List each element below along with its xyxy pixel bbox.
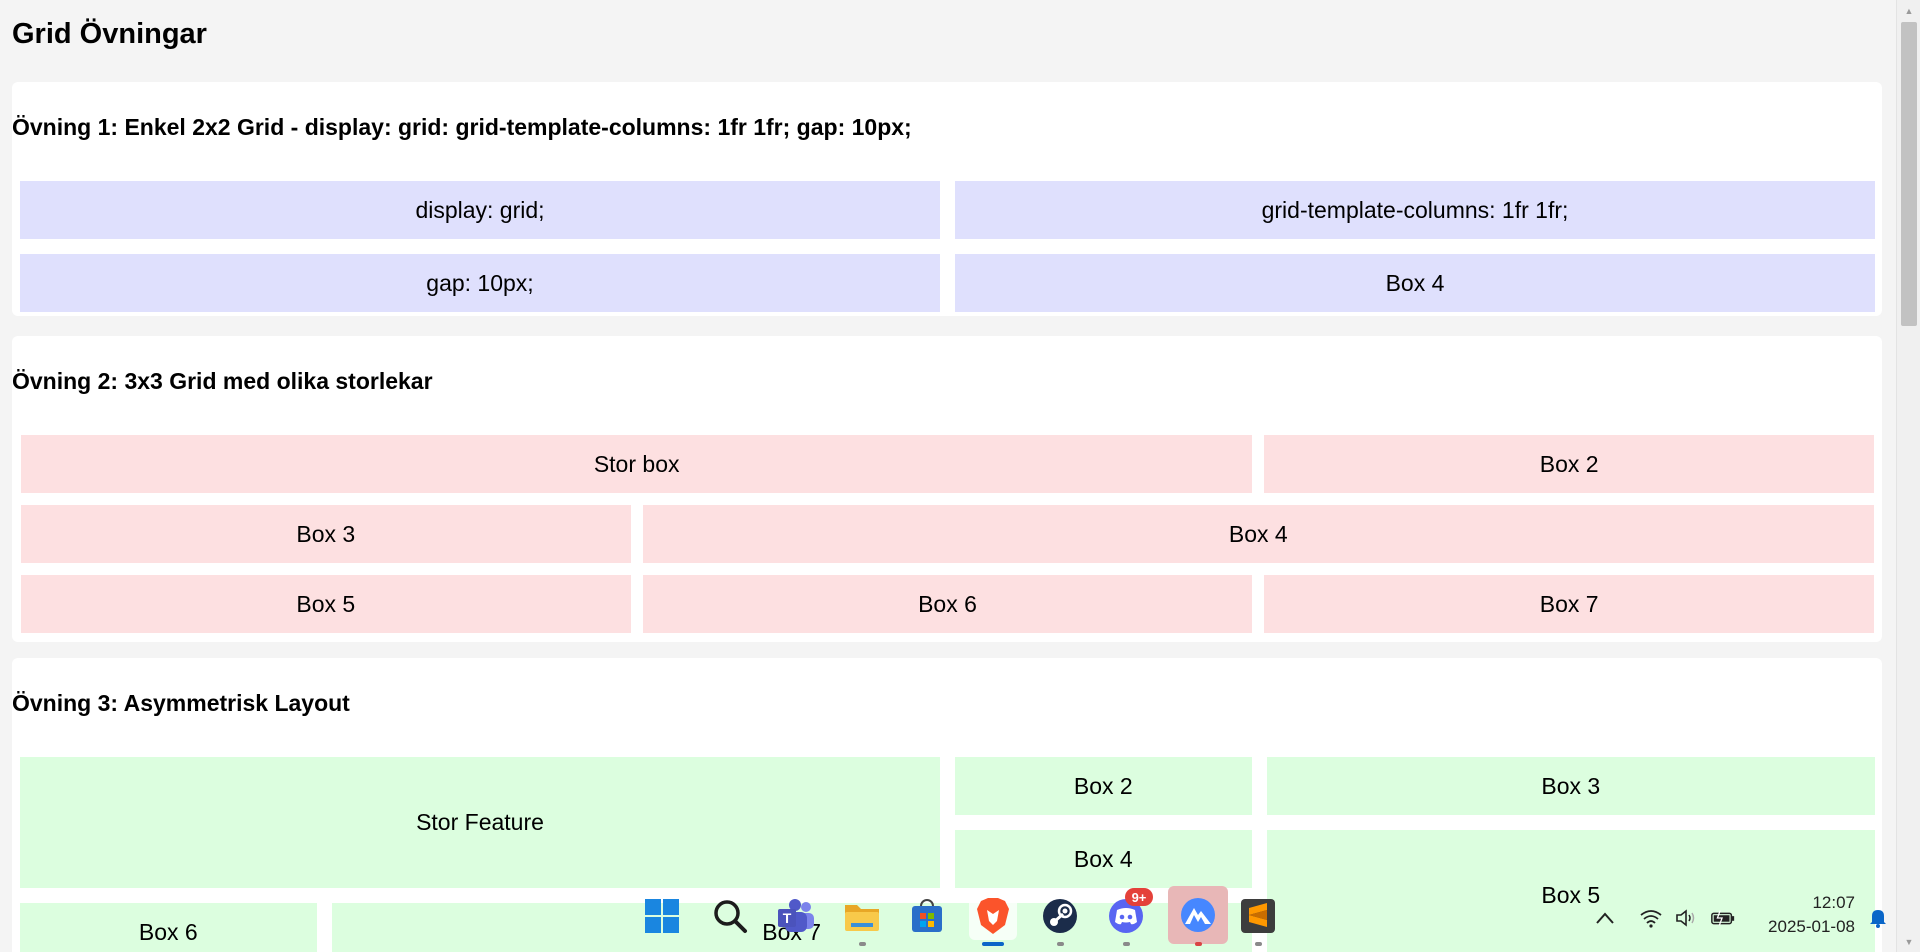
grid-box: Box 4 [642, 505, 1874, 563]
running-indicator [1123, 942, 1130, 946]
scroll-thumb[interactable] [1901, 22, 1917, 326]
scroll-up-arrow-icon[interactable]: ▲ [1897, 2, 1920, 19]
store-icon[interactable] [903, 892, 951, 940]
grid-box: grid-template-columns: 1fr 1fr; [955, 181, 1875, 239]
sublime-text-icon[interactable] [1234, 892, 1282, 946]
active-window-indicator [982, 942, 1004, 946]
grid-box: Box 3 [21, 505, 631, 563]
nordvpn-icon[interactable] [1168, 886, 1228, 946]
notification-badge: 9+ [1125, 888, 1153, 906]
windows-logo-icon[interactable] [638, 892, 686, 940]
exercise-3-heading: Övning 3: Asymmetrisk Layout [12, 690, 350, 716]
running-indicator [859, 942, 866, 946]
grid-box: Box 5 [21, 575, 631, 633]
brave-lion-icon[interactable] [969, 892, 1017, 946]
running-indicator [1255, 942, 1262, 946]
vertical-scrollbar[interactable]: ▲ ▼ [1896, 0, 1920, 952]
grid-box: gap: 10px; [20, 254, 940, 312]
battery-charging-icon[interactable] [1710, 905, 1736, 931]
exercise-2-heading: Övning 2: 3x3 Grid med olika storlekar [12, 368, 433, 394]
grid-box: display: grid; [20, 181, 940, 239]
grid-box: Box 3 [1266, 757, 1875, 815]
teams-icon[interactable]: T [772, 892, 820, 940]
running-indicator [1195, 942, 1202, 946]
exercise-2-section: Övning 2: 3x3 Grid med olika storlekar S… [12, 336, 1882, 642]
grid-box-feature: Stor Feature [20, 757, 940, 888]
grid-box: Box 4 [955, 254, 1875, 312]
exercise-1-heading: Övning 1: Enkel 2x2 Grid - display: grid… [12, 114, 912, 140]
grid-box: Box 2 [1264, 435, 1874, 493]
running-indicator [1057, 942, 1064, 946]
exercise-1-grid: display: grid; grid-template-columns: 1f… [20, 181, 1875, 312]
wifi-icon[interactable] [1638, 905, 1664, 931]
steam-icon[interactable] [1036, 892, 1084, 946]
grid-box: Box 2 [955, 757, 1252, 815]
chevron-up-icon[interactable] [1592, 905, 1618, 931]
discord-icon[interactable]: 9+ [1102, 888, 1153, 946]
volume-icon[interactable] [1674, 905, 1700, 931]
search-icon[interactable] [706, 892, 754, 940]
notification-bell-icon[interactable] [1865, 905, 1891, 931]
grid-box-large: Stor box [21, 435, 1253, 493]
page-title: Grid Övningar [12, 18, 207, 50]
page-content: Grid Övningar Övning 1: Enkel 2x2 Grid -… [0, 0, 1896, 952]
clock-time: 12:07 [1812, 893, 1855, 912]
taskbar: T 9+ 12:07 2025-01-08 [0, 880, 1920, 952]
system-clock[interactable]: 12:07 2025-01-08 [1755, 891, 1855, 939]
exercise-1-section: Övning 1: Enkel 2x2 Grid - display: grid… [12, 82, 1882, 316]
svg-text:T: T [783, 910, 792, 926]
exercise-2-grid: Stor box Box 2 Box 3 Box 4 Box 5 Box 6 B… [21, 435, 1874, 633]
folder-icon[interactable] [838, 892, 886, 946]
grid-box: Box 6 [642, 575, 1253, 633]
clock-date: 2025-01-08 [1768, 917, 1855, 936]
grid-box: Box 7 [1264, 575, 1874, 633]
